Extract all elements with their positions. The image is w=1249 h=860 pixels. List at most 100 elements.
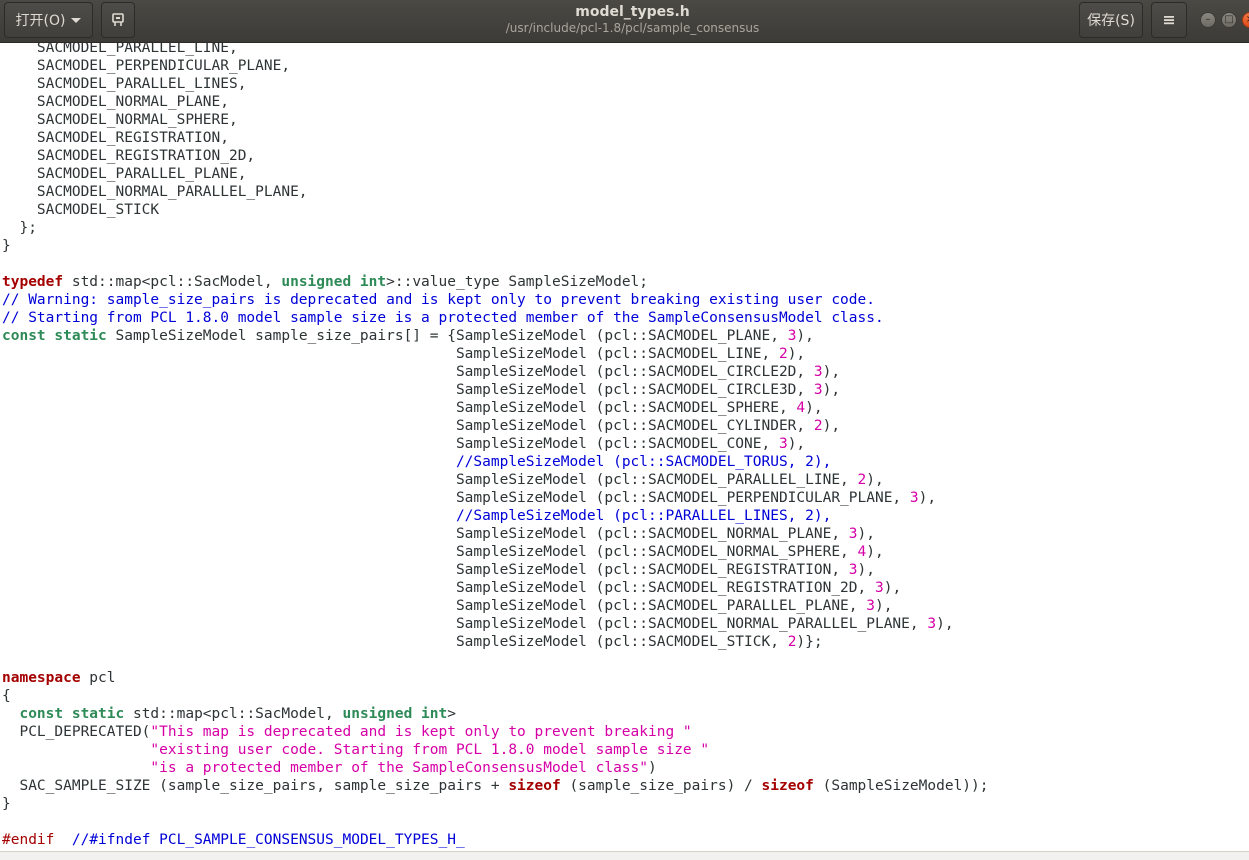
code-token: std::map<pcl::SacModel, — [124, 706, 343, 722]
code-token: SACMODEL_NORMAL_PLANE, — [2, 94, 229, 110]
code-line[interactable]: }; — [2, 219, 989, 237]
minimize-button[interactable]: – — [1200, 12, 1216, 28]
open-button[interactable]: 打开(O) — [4, 2, 93, 38]
code-line[interactable]: SampleSizeModel (pcl::SACMODEL_PERPENDIC… — [2, 489, 989, 507]
code-line[interactable]: SACMODEL_NORMAL_SPHERE, — [2, 111, 989, 129]
code-token: ), — [874, 598, 893, 614]
code-token: ), — [822, 382, 841, 398]
code-line[interactable] — [2, 813, 989, 831]
code-line[interactable]: SAC_SAMPLE_SIZE (sample_size_pairs, samp… — [2, 777, 988, 795]
code-token: SACMODEL_STICK — [2, 202, 160, 218]
code-token: }; — [2, 220, 37, 236]
code-token: (sample_size_pairs) / — [560, 778, 762, 794]
code-line[interactable]: SACMODEL_STICK — [2, 201, 989, 219]
code-token: //#ifndef PCL_SAMPLE_CONSENSUS_MODEL_TYP… — [71, 832, 465, 848]
code-token: ), — [822, 364, 841, 380]
code-token: 4 — [857, 544, 867, 560]
code-token: } — [2, 796, 11, 812]
code-line[interactable]: SampleSizeModel (pcl::SACMODEL_NORMAL_SP… — [2, 543, 989, 561]
close-button[interactable]: × — [1242, 12, 1249, 28]
code-line[interactable]: SampleSizeModel (pcl::SACMODEL_NORMAL_PL… — [2, 525, 989, 543]
code-token: SampleSizeModel (pcl::SACMODEL_LINE, — [2, 346, 779, 362]
code-token: const static — [2, 328, 107, 344]
save-button[interactable]: 保存(S) — [1079, 2, 1143, 38]
code-line[interactable]: SampleSizeModel (pcl::SACMODEL_REGISTRAT… — [2, 579, 989, 597]
code-token: //SampleSizeModel (pcl::SACMODEL_TORUS, … — [455, 454, 832, 470]
window-subtitle: /usr/include/pcl-1.8/pcl/sample_consensu… — [505, 21, 760, 35]
code-line[interactable]: SampleSizeModel (pcl::SACMODEL_CIRCLE2D,… — [2, 363, 989, 381]
code-line[interactable]: SACMODEL_PARALLEL_LINES, — [2, 75, 989, 93]
code-line[interactable]: SampleSizeModel (pcl::SACMODEL_PARALLEL_… — [2, 471, 989, 489]
header-bar: 打开(O) model_types.h /usr/include/pcl-1.8… — [0, 0, 1249, 43]
code-line[interactable]: } — [2, 237, 989, 255]
code-token: ), — [857, 562, 875, 578]
code-token: 3 — [848, 562, 858, 578]
code-line[interactable]: { — [2, 687, 989, 705]
code-line[interactable]: "existing user code. Starting from PCL 1… — [2, 741, 989, 759]
code-line[interactable]: } — [2, 795, 989, 813]
code-token: ), — [796, 328, 814, 344]
code-line[interactable]: namespace pcl — [2, 669, 989, 687]
code-line[interactable]: SampleSizeModel (pcl::SACMODEL_CONE, 3), — [2, 435, 989, 453]
code-token: #endif — [2, 832, 55, 848]
pin-icon — [112, 13, 124, 26]
code-editor[interactable]: SACMODEL_PARALLEL_LINE, SACMODEL_PERPEND… — [0, 43, 1249, 851]
code-token: // Starting from PCL 1.8.0 model sample … — [2, 310, 884, 326]
code-token: // Warning: sample_size_pairs is depreca… — [2, 292, 875, 308]
code-line[interactable]: SACMODEL_PARALLEL_PLANE, — [2, 165, 989, 183]
code-line[interactable]: SampleSizeModel (pcl::SACMODEL_SPHERE, 4… — [2, 399, 989, 417]
pin-button[interactable] — [101, 2, 135, 38]
code-line[interactable]: //SampleSizeModel (pcl::SACMODEL_TORUS, … — [2, 453, 989, 471]
code-line[interactable]: SampleSizeModel (pcl::SACMODEL_STICK, 2)… — [2, 633, 989, 651]
code-line[interactable]: SACMODEL_NORMAL_PLANE, — [2, 93, 989, 111]
code-line[interactable]: SampleSizeModel (pcl::SACMODEL_CYLINDER,… — [2, 417, 989, 435]
maximize-button[interactable]: □ — [1221, 12, 1237, 28]
code-line[interactable]: SACMODEL_REGISTRATION_2D, — [2, 147, 989, 165]
code-line[interactable]: //SampleSizeModel (pcl::PARALLEL_LINES, … — [2, 507, 989, 525]
code-token: SACMODEL_PARALLEL_LINE, — [2, 43, 238, 56]
code-line[interactable]: SampleSizeModel (pcl::SACMODEL_CIRCLE3D,… — [2, 381, 989, 399]
code-token: 2 — [813, 418, 823, 434]
code-token: SACMODEL_PARALLEL_LINES, — [2, 76, 247, 92]
code-line[interactable] — [2, 651, 989, 669]
code-token: pcl — [80, 670, 116, 686]
code-token: typedef — [2, 274, 64, 290]
code-view[interactable]: SACMODEL_PARALLEL_LINE, SACMODEL_PERPEND… — [2, 43, 989, 849]
code-line[interactable]: // Warning: sample_size_pairs is depreca… — [2, 291, 989, 309]
code-token: SampleSizeModel (pcl::SACMODEL_NORMAL_PL… — [2, 526, 849, 542]
code-line[interactable]: // Starting from PCL 1.8.0 model sample … — [2, 309, 989, 327]
code-line[interactable]: SACMODEL_REGISTRATION, — [2, 129, 989, 147]
code-line[interactable]: SACMODEL_PERPENDICULAR_PLANE, — [2, 57, 989, 75]
code-token: 2 — [778, 346, 788, 362]
code-line[interactable]: SampleSizeModel (pcl::SACMODEL_PARALLEL_… — [2, 597, 989, 615]
code-token: SampleSizeModel (pcl::SACMODEL_REGISTRAT… — [2, 562, 849, 578]
code-token: SampleSizeModel (pcl::SACMODEL_PARALLEL_… — [2, 472, 858, 488]
code-line[interactable]: SampleSizeModel (pcl::SACMODEL_REGISTRAT… — [2, 561, 989, 579]
code-line[interactable]: SACMODEL_PARALLEL_LINE, — [2, 43, 989, 57]
code-token: SACMODEL_PARALLEL_PLANE, — [2, 166, 247, 182]
code-line[interactable]: const static std::map<pcl::SacModel, uns… — [2, 705, 989, 723]
menu-button[interactable] — [1151, 2, 1187, 38]
code-token: ), — [866, 544, 884, 560]
window-title: model_types.h — [575, 4, 690, 20]
code-token: std::map<pcl::SacModel, — [63, 274, 282, 290]
code-line[interactable]: SampleSizeModel (pcl::SACMODEL_LINE, 2), — [2, 345, 989, 363]
code-token: > — [447, 706, 456, 722]
code-token: unsigned int — [281, 274, 387, 290]
code-line[interactable]: SACMODEL_NORMAL_PARALLEL_PLANE, — [2, 183, 989, 201]
code-line[interactable] — [2, 255, 989, 273]
code-token: 3 — [813, 382, 823, 398]
code-line[interactable]: const static SampleSizeModel sample_size… — [2, 327, 989, 345]
code-line[interactable]: "is a protected member of the SampleCons… — [2, 759, 989, 777]
code-token: sizeof — [508, 778, 561, 794]
code-token: SACMODEL_REGISTRATION_2D, — [2, 148, 256, 164]
code-line[interactable]: #endif //#ifndef PCL_SAMPLE_CONSENSUS_MO… — [2, 831, 989, 849]
maximize-icon: □ — [1224, 14, 1234, 25]
code-line[interactable]: SampleSizeModel (pcl::SACMODEL_NORMAL_PA… — [2, 615, 989, 633]
code-line[interactable]: PCL_DEPRECATED("This map is deprecated a… — [2, 723, 989, 741]
code-line[interactable]: typedef std::map<pcl::SacModel, unsigned… — [2, 273, 989, 291]
